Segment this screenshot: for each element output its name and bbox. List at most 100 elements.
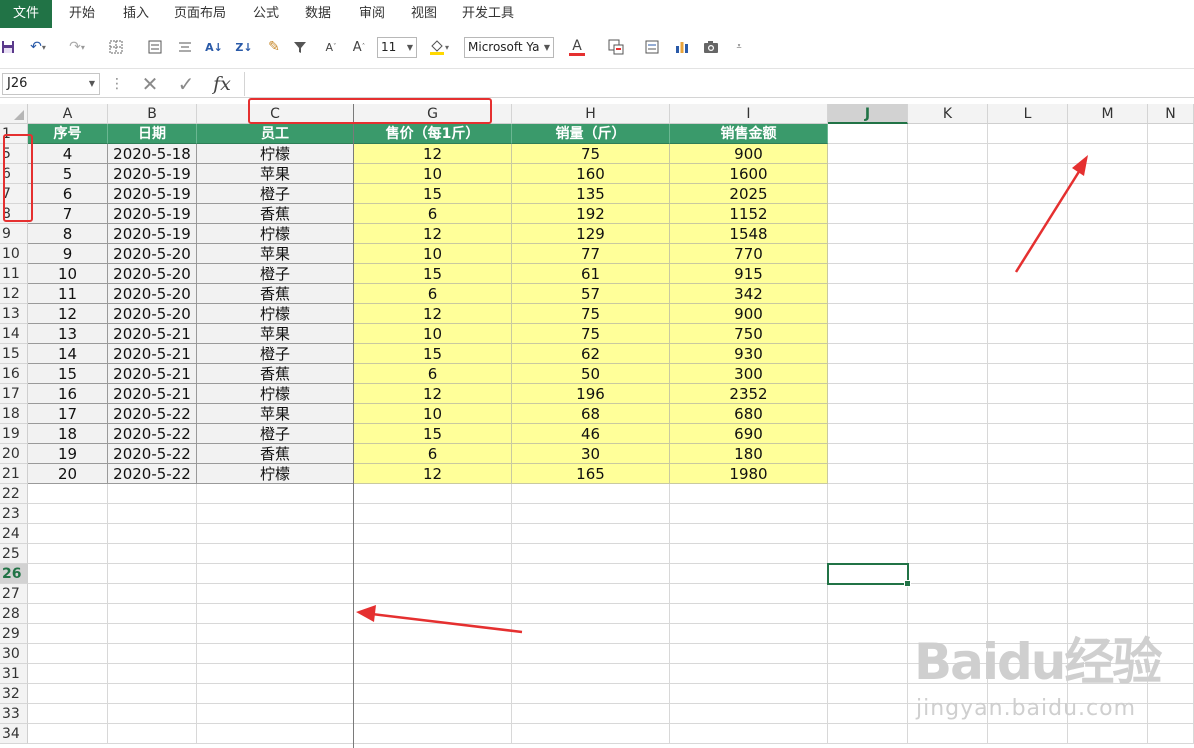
grid-cell[interactable] — [908, 144, 988, 164]
formula-input[interactable] — [244, 72, 1194, 96]
grid-cell[interactable] — [828, 584, 908, 604]
grid-cell[interactable] — [988, 344, 1068, 364]
grid-cell[interactable] — [1148, 564, 1194, 584]
grid-cell[interactable] — [1148, 344, 1194, 364]
grid-cell[interactable] — [1068, 484, 1148, 504]
grid-cell[interactable] — [670, 684, 828, 704]
grid-cell[interactable] — [908, 484, 988, 504]
table-cell[interactable]: 192 — [512, 204, 670, 224]
grid-cell[interactable] — [908, 344, 988, 364]
table-cell[interactable]: 750 — [670, 324, 828, 344]
grid-cell[interactable] — [1068, 124, 1148, 144]
grid-cell[interactable] — [988, 404, 1068, 424]
grid-cell[interactable] — [1148, 504, 1194, 524]
grid-cell[interactable] — [988, 484, 1068, 504]
grid-cell[interactable] — [670, 624, 828, 644]
table-cell[interactable]: 苹果 — [197, 244, 354, 264]
table-cell[interactable]: 香蕉 — [197, 204, 354, 224]
column-header-i[interactable]: I — [670, 104, 828, 124]
table-cell[interactable]: 180 — [670, 444, 828, 464]
borders-icon[interactable] — [106, 36, 126, 58]
row-header-27[interactable]: 27 — [0, 584, 28, 604]
grid-cell[interactable] — [828, 404, 908, 424]
row-header-32[interactable]: 32 — [0, 684, 28, 704]
table-cell[interactable]: 柠檬 — [197, 224, 354, 244]
font-color-icon[interactable]: A — [562, 36, 592, 58]
table-cell[interactable]: 75 — [512, 324, 670, 344]
grid-cell[interactable] — [1148, 324, 1194, 344]
table-cell[interactable]: 61 — [512, 264, 670, 284]
row-header-16[interactable]: 16 — [0, 364, 28, 384]
table-cell[interactable]: 苹果 — [197, 324, 354, 344]
table-cell[interactable]: 10 — [354, 324, 512, 344]
grid-cell[interactable] — [908, 244, 988, 264]
row-header-23[interactable]: 23 — [0, 504, 28, 524]
grid-cell[interactable] — [354, 484, 512, 504]
grid-cell[interactable] — [988, 584, 1068, 604]
grid-cell[interactable] — [1068, 524, 1148, 544]
customize-icon[interactable]: ⩡ — [732, 36, 746, 58]
grid-cell[interactable] — [108, 684, 197, 704]
table-cell[interactable]: 香蕉 — [197, 364, 354, 384]
table-cell[interactable]: 6 — [354, 444, 512, 464]
grid-cell[interactable] — [108, 664, 197, 684]
table-cell[interactable]: 6 — [354, 204, 512, 224]
grid-cell[interactable] — [512, 604, 670, 624]
more-icon[interactable]: ⋮ — [110, 73, 124, 95]
grid-cell[interactable] — [108, 484, 197, 504]
table-cell[interactable]: 15 — [354, 184, 512, 204]
grid-cell[interactable] — [197, 604, 354, 624]
table-cell[interactable]: 柠檬 — [197, 464, 354, 484]
row-header-12[interactable]: 12 — [0, 284, 28, 304]
grid-cell[interactable] — [828, 544, 908, 564]
grid-cell[interactable] — [988, 464, 1068, 484]
table-cell[interactable]: 915 — [670, 264, 828, 284]
table-cell[interactable]: 1152 — [670, 204, 828, 224]
grid-cell[interactable] — [108, 584, 197, 604]
grid-cell[interactable] — [988, 504, 1068, 524]
grid-cell[interactable] — [908, 504, 988, 524]
grid-cell[interactable] — [988, 364, 1068, 384]
grid-cell[interactable] — [988, 284, 1068, 304]
table-cell[interactable]: 苹果 — [197, 164, 354, 184]
tab-review[interactable]: 审阅 — [350, 0, 394, 28]
column-header-a[interactable]: A — [28, 104, 108, 124]
table-cell[interactable]: 12 — [354, 224, 512, 244]
row-header-21[interactable]: 21 — [0, 464, 28, 484]
grid-cell[interactable] — [908, 264, 988, 284]
grid-cell[interactable] — [108, 624, 197, 644]
table-cell[interactable]: 10 — [354, 244, 512, 264]
grid-cell[interactable] — [1148, 424, 1194, 444]
table-cell[interactable]: 10 — [354, 404, 512, 424]
grid-cell[interactable] — [908, 524, 988, 544]
grid-cell[interactable] — [197, 704, 354, 724]
row-header-20[interactable]: 20 — [0, 444, 28, 464]
grid-cell[interactable] — [828, 684, 908, 704]
grid-cell[interactable] — [828, 264, 908, 284]
row-header-15[interactable]: 15 — [0, 344, 28, 364]
grid-cell[interactable] — [197, 684, 354, 704]
table-cell[interactable]: 2020-5-21 — [108, 364, 197, 384]
grid-cell[interactable] — [354, 544, 512, 564]
row-header-31[interactable]: 31 — [0, 664, 28, 684]
grid-cell[interactable] — [988, 164, 1068, 184]
save-icon[interactable] — [0, 36, 16, 58]
grid-cell[interactable] — [828, 724, 908, 744]
grid-cell[interactable] — [1068, 564, 1148, 584]
grid-cell[interactable] — [988, 144, 1068, 164]
grid-cell[interactable] — [512, 504, 670, 524]
grid-cell[interactable] — [28, 664, 108, 684]
row-header-28[interactable]: 28 — [0, 604, 28, 624]
table-cell[interactable]: 2020-5-20 — [108, 304, 197, 324]
grid-cell[interactable] — [1068, 384, 1148, 404]
grid-cell[interactable] — [1068, 244, 1148, 264]
grid-cell[interactable] — [197, 504, 354, 524]
conditional-format-icon[interactable] — [604, 36, 628, 58]
grid-cell[interactable] — [908, 184, 988, 204]
grid-cell[interactable] — [28, 604, 108, 624]
grid-cell[interactable] — [1068, 444, 1148, 464]
grid-cell[interactable] — [828, 484, 908, 504]
grid-cell[interactable] — [988, 564, 1068, 584]
column-header-h[interactable]: H — [512, 104, 670, 124]
table-cell[interactable]: 5 — [28, 164, 108, 184]
